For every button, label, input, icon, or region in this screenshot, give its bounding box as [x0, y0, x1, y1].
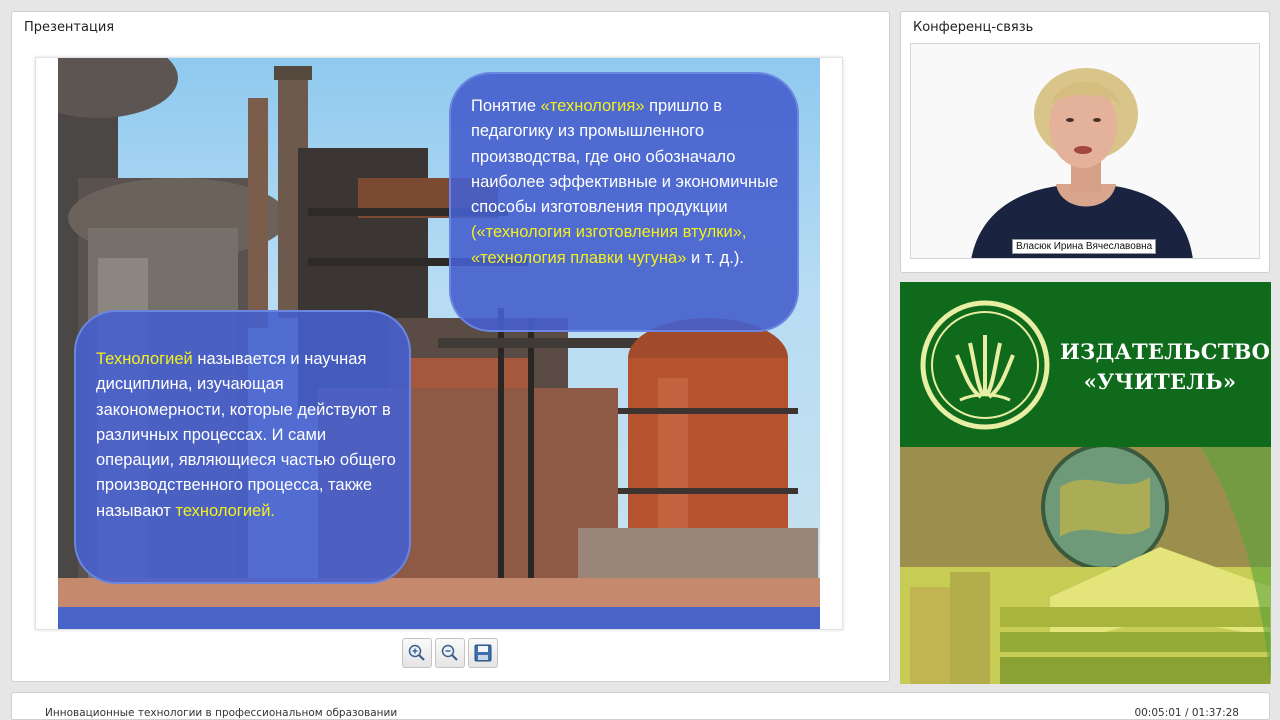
zoom-out-button[interactable]	[435, 638, 465, 668]
bubble-top-text-3: и т. д.).	[686, 248, 744, 267]
speaker-name-tag: Власюк Ирина Вячеславовна	[1012, 239, 1157, 254]
conference-panel-title: Конференц-связь	[913, 20, 1034, 35]
definition-bubble-top: Понятие «технология» пришло в педагогику…	[449, 72, 799, 332]
presentation-panel-title: Презентация	[24, 20, 115, 35]
speaker-video: Власюк Ирина Вячеславовна	[910, 43, 1260, 259]
publisher-name-line-2: «УЧИТЕЛЬ»	[1083, 369, 1237, 394]
status-bar: Инновационные технологии в профессиональ…	[11, 692, 1270, 720]
definition-bubble-bottom: Технологией называется и научная дисципл…	[74, 310, 411, 584]
playback-timecode: 00:05:01 / 01:37:28	[1134, 707, 1239, 719]
presentation-panel: Презентация Понятие «технология» пришло …	[11, 11, 890, 682]
publisher-logo-area: ИЗДАТЕЛЬСТВО «УЧИТЕЛЬ»	[900, 282, 1271, 447]
conference-panel: Конференц-связь Власюк Ирина Вячеславовн…	[900, 11, 1270, 273]
books-globe-image	[900, 443, 1271, 684]
current-time: 00:05:01	[1134, 707, 1182, 719]
publisher-name: ИЗДАТЕЛЬСТВО «УЧИТЕЛЬ»	[1060, 337, 1271, 397]
speaker-image	[911, 44, 1259, 258]
slide-bottom-bar	[58, 607, 820, 629]
bubble-bottom-highlight-2: технологией.	[175, 501, 276, 520]
slide-frame: Понятие «технология» пришло в педагогику…	[35, 57, 843, 630]
publisher-banner[interactable]: ИЗДАТЕЛЬСТВО «УЧИТЕЛЬ»	[900, 282, 1271, 684]
save-button[interactable]	[468, 638, 498, 668]
floppy-disk-icon	[474, 644, 492, 662]
zoom-in-icon	[408, 644, 425, 661]
bubble-bottom-text-1: называется и научная дисциплина, изучающ…	[96, 350, 396, 520]
books-and-globe-illustration	[900, 443, 1271, 684]
bubble-top-text-1: Понятие	[471, 97, 541, 115]
publisher-name-line-1: ИЗДАТЕЛЬСТВО	[1060, 339, 1271, 364]
bubble-bottom-highlight-1: Технологией	[96, 350, 193, 368]
publisher-logo-icon	[920, 300, 1050, 430]
zoom-out-icon	[441, 644, 458, 661]
zoom-in-button[interactable]	[402, 638, 432, 668]
lecture-title: Инновационные технологии в профессиональ…	[45, 707, 398, 719]
total-time: 01:37:28	[1191, 707, 1239, 719]
bubble-top-highlight-1: «технология»	[540, 97, 645, 115]
time-separator: /	[1181, 707, 1192, 719]
slide: Понятие «технология» пришло в педагогику…	[58, 58, 820, 629]
